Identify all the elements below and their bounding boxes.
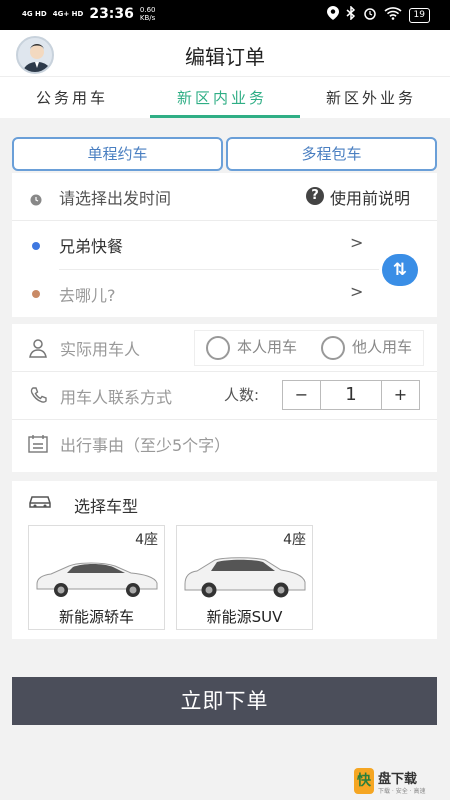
self-radio[interactable] <box>206 336 230 360</box>
vehicle-section-title: 选择车型 <box>74 497 139 516</box>
tab-inner-district[interactable]: 新区内业务 <box>177 87 267 108</box>
suv-image <box>181 552 309 602</box>
wifi-icon <box>384 6 402 24</box>
seat-count: 4座 <box>283 532 306 548</box>
car-icon <box>28 493 52 513</box>
increment-button[interactable]: + <box>381 381 419 409</box>
seat-count: 4座 <box>135 532 158 548</box>
origin-text: 兄弟快餐 <box>59 237 124 256</box>
phone-icon <box>30 387 48 409</box>
destination-row[interactable]: 去哪儿? > <box>12 270 437 318</box>
vehicle-option-sedan[interactable]: 4座 新能源轿车 <box>28 525 165 630</box>
destination-placeholder: 去哪儿? <box>59 286 116 305</box>
calendar-icon <box>28 435 48 457</box>
chevron-right-icon: > <box>350 233 364 252</box>
battery-indicator: 19 <box>408 7 430 23</box>
departure-time-row[interactable]: 请选择出发时间 ? 使用前说明 <box>12 173 437 221</box>
multi-trip-button[interactable]: 多程包车 <box>226 137 437 171</box>
vehicle-option-suv[interactable]: 4座 新能源SUV <box>176 525 313 630</box>
active-tab-indicator <box>150 115 300 118</box>
other-radio[interactable] <box>321 336 345 360</box>
status-bar: 4G HD 4G+ HD 23:36 0.60 KB/s 19 <box>0 0 450 30</box>
trip-reason-input[interactable]: 出行事由（至少5个字） <box>60 432 230 456</box>
other-radio-label[interactable]: 他人用车 <box>352 336 412 357</box>
app-header: 编辑订单 <box>0 30 450 76</box>
business-tabs: 公务用车 新区内业务 新区外业务 <box>0 76 450 118</box>
self-radio-label[interactable]: 本人用车 <box>237 336 297 357</box>
watermark-logo-icon: 快 <box>354 768 374 794</box>
trip-card: 请选择出发时间 ? 使用前说明 兄弟快餐 > 去哪儿? > <box>12 173 437 317</box>
departure-time-placeholder: 请选择出发时间 <box>59 189 172 208</box>
sedan-image <box>33 554 161 602</box>
contact-input[interactable]: 用车人联系方式 <box>60 384 172 408</box>
swap-locations-button[interactable]: ⇅ <box>382 254 418 286</box>
clock-icon <box>30 191 42 210</box>
destination-dot-icon <box>32 290 40 298</box>
rider-name-input[interactable]: 实际用车人 <box>60 336 140 360</box>
page-title: 编辑订单 <box>185 45 265 69</box>
single-trip-button[interactable]: 单程约车 <box>12 137 223 171</box>
watermark-subtext: 下载 · 安全 · 高速 <box>378 788 426 795</box>
chevron-right-icon: > <box>350 282 364 301</box>
question-icon[interactable]: ? <box>306 187 324 205</box>
passenger-count-label: 人数: <box>224 386 260 404</box>
person-icon <box>28 338 48 362</box>
rider-row: 实际用车人 本人用车 他人用车 <box>12 324 437 372</box>
network-speed: 0.60 KB/s <box>139 6 156 22</box>
alarm-icon <box>363 6 377 24</box>
signal-indicator-2: 4G+ HD <box>52 10 84 18</box>
bluetooth-icon <box>346 5 356 24</box>
submit-order-button[interactable]: 立即下单 <box>12 677 437 725</box>
tab-official-car[interactable]: 公务用车 <box>36 87 108 108</box>
origin-dot-icon <box>32 242 40 250</box>
reason-row: 出行事由（至少5个字） <box>12 420 437 468</box>
watermark: 快 盘下载 下载 · 安全 · 高速 <box>354 764 444 798</box>
vehicle-name: 新能源轿车 <box>58 608 134 626</box>
vehicle-name: 新能源SUV <box>206 608 283 626</box>
clock: 23:36 <box>89 6 134 22</box>
tab-outer-district[interactable]: 新区外业务 <box>326 87 416 108</box>
origin-row[interactable]: 兄弟快餐 > <box>12 221 437 269</box>
passenger-count-stepper: − 1 + <box>282 380 420 410</box>
passenger-count-value[interactable]: 1 <box>321 381 381 409</box>
decrement-button[interactable]: − <box>283 381 321 409</box>
usage-help-link[interactable]: 使用前说明 <box>330 185 410 209</box>
watermark-text: 盘下载 <box>378 772 418 787</box>
location-icon <box>326 6 339 24</box>
signal-indicator-1: 4G HD <box>22 10 47 18</box>
